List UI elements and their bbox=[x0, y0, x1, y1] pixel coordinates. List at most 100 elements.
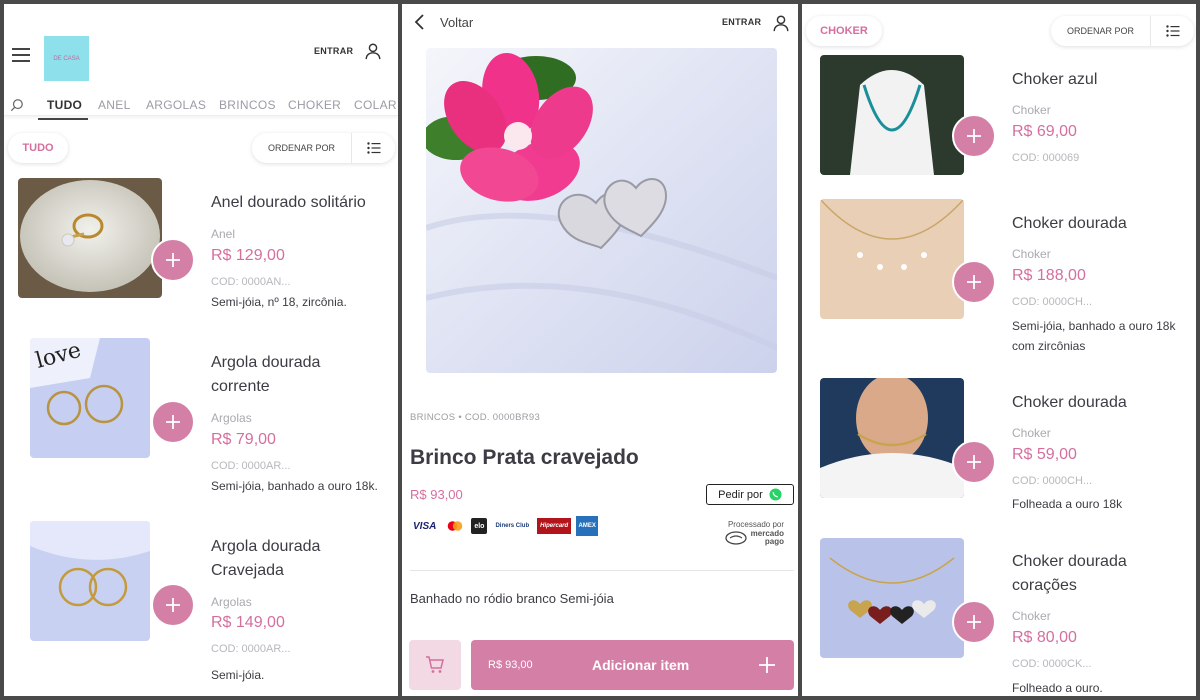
add-item-button[interactable]: R$ 93,00 Adicionar item bbox=[471, 640, 794, 690]
product-image[interactable] bbox=[30, 521, 150, 641]
product-code: COD: 0000AR... bbox=[211, 460, 291, 472]
whatsapp-order-button[interactable]: Pedir por bbox=[706, 484, 794, 505]
product-price: R$ 69,00 bbox=[1012, 123, 1077, 140]
product-name[interactable]: Choker dourada bbox=[1012, 212, 1192, 236]
product-card[interactable]: Anel dourado solitário Anel R$ 129,00 CO… bbox=[4, 174, 398, 324]
product-main-image[interactable] bbox=[426, 48, 777, 373]
add-to-cart-button[interactable] bbox=[952, 114, 996, 158]
login-link[interactable]: ENTRAR bbox=[722, 17, 761, 27]
product-category: Argolas bbox=[211, 411, 252, 425]
product-category: Choker bbox=[1012, 609, 1051, 623]
choker-list-panel: CHOKER ORDENAR POR Choker azul Choker R$… bbox=[802, 4, 1196, 696]
add-to-cart-button[interactable] bbox=[952, 260, 996, 304]
sort-control: ORDENAR POR bbox=[1051, 16, 1195, 46]
product-name[interactable]: Choker azul bbox=[1012, 68, 1192, 92]
add-to-cart-button[interactable] bbox=[952, 600, 996, 644]
cart-button[interactable] bbox=[409, 640, 461, 690]
product-name[interactable]: Choker dourada corações bbox=[1012, 550, 1162, 598]
product-code: COD: 0000CH... bbox=[1012, 475, 1093, 487]
active-tab-indicator bbox=[38, 118, 88, 120]
add-to-cart-button[interactable] bbox=[952, 440, 996, 484]
tab-argolas[interactable]: ARGOLAS bbox=[146, 98, 206, 112]
product-name[interactable]: Choker dourada bbox=[1012, 391, 1192, 415]
plus-icon bbox=[967, 129, 981, 143]
product-name[interactable]: Anel dourado solitário bbox=[211, 191, 391, 215]
filter-chip[interactable]: CHOKER bbox=[806, 16, 882, 46]
store-list-panel: DE CASA ENTRAR TUDO ANEL ARGOLAS BRINCOS… bbox=[4, 4, 398, 696]
back-link[interactable]: Voltar bbox=[440, 15, 473, 30]
product-category: Anel bbox=[211, 227, 236, 241]
filter-chip[interactable]: TUDO bbox=[8, 133, 68, 163]
product-code: COD: 0000AN... bbox=[211, 276, 291, 288]
product-title: Brinco Prata cravejado bbox=[410, 446, 639, 469]
product-price: R$ 149,00 bbox=[211, 614, 285, 631]
product-code: COD: 0000CK... bbox=[1012, 658, 1092, 670]
list-view-icon[interactable] bbox=[351, 133, 395, 163]
list-view-icon[interactable] bbox=[1150, 16, 1194, 46]
plus-icon bbox=[759, 657, 775, 673]
product-image[interactable]: love bbox=[30, 338, 150, 458]
product-card[interactable]: love Argola dourada corrente Argolas R$ … bbox=[4, 334, 398, 504]
product-image[interactable] bbox=[18, 178, 162, 298]
product-desc: Semi-jóia, banhado a ouro 18k. bbox=[211, 479, 378, 493]
add-to-cart-button[interactable] bbox=[151, 583, 195, 627]
add-to-cart-button[interactable] bbox=[151, 238, 195, 282]
product-price: R$ 79,00 bbox=[211, 431, 276, 448]
product-category: Choker bbox=[1012, 247, 1051, 261]
menu-icon[interactable] bbox=[12, 48, 30, 62]
product-image[interactable] bbox=[820, 538, 964, 658]
back-arrow-icon[interactable] bbox=[414, 14, 426, 30]
tab-brincos[interactable]: BRINCOS bbox=[219, 98, 276, 112]
breadcrumb: BRINCOS • COD. 0000BR93 bbox=[410, 412, 541, 423]
product-desc: Semi-jóia, banhado a ouro 18k com zircôn… bbox=[1012, 319, 1176, 353]
product-desc: Folheada a ouro 18k bbox=[1012, 497, 1123, 511]
plus-icon bbox=[166, 598, 180, 612]
tab-choker[interactable]: CHOKER bbox=[288, 98, 341, 112]
product-price: R$ 59,00 bbox=[1012, 446, 1077, 463]
product-card[interactable]: Argola dourada Cravejada Argolas R$ 149,… bbox=[4, 517, 398, 687]
user-icon[interactable] bbox=[364, 42, 382, 60]
sort-control: ORDENAR POR bbox=[252, 133, 396, 163]
product-image[interactable] bbox=[820, 199, 964, 319]
hipercard-icon: Hipercard bbox=[537, 518, 572, 534]
tab-colar[interactable]: COLAR bbox=[354, 98, 397, 112]
product-card[interactable]: Choker azul Choker R$ 69,00 COD: 000069 bbox=[802, 54, 1196, 194]
add-item-price: R$ 93,00 bbox=[488, 659, 533, 671]
search-icon[interactable] bbox=[10, 98, 24, 112]
sort-button[interactable]: ORDENAR POR bbox=[252, 143, 351, 153]
product-name[interactable]: Argola dourada corrente bbox=[211, 351, 361, 399]
plus-icon bbox=[967, 275, 981, 289]
product-code: COD: 0000AR... bbox=[211, 643, 291, 655]
plus-icon bbox=[166, 253, 180, 267]
product-desc: Semi-jóia, nº 18, zircônia. bbox=[211, 295, 347, 309]
elo-icon: elo bbox=[471, 518, 488, 534]
product-name[interactable]: Argola dourada Cravejada bbox=[211, 535, 361, 583]
store-logo[interactable]: DE CASA bbox=[44, 36, 89, 81]
amex-icon: AMEX bbox=[576, 516, 599, 536]
processed-by: Processado por mercado pago bbox=[725, 520, 784, 546]
cart-icon bbox=[426, 656, 444, 673]
divider bbox=[410, 570, 794, 571]
product-card[interactable]: Choker dourada Choker R$ 188,00 COD: 000… bbox=[802, 194, 1196, 364]
product-detail-panel: Voltar ENTRAR BRINCOS • COD. 0000BR93 Br… bbox=[402, 4, 798, 696]
product-price: R$ 80,00 bbox=[1012, 629, 1077, 646]
product-description: Banhado no ródio branco Semi-jóia bbox=[410, 591, 614, 606]
plus-icon bbox=[967, 455, 981, 469]
login-link[interactable]: ENTRAR bbox=[314, 46, 353, 56]
product-category: Choker bbox=[1012, 103, 1051, 117]
add-item-label: Adicionar item bbox=[592, 657, 690, 673]
product-category: Choker bbox=[1012, 426, 1051, 440]
logo-text: DE CASA bbox=[53, 55, 80, 62]
product-image[interactable] bbox=[820, 378, 964, 498]
product-image[interactable] bbox=[820, 55, 964, 175]
order-via-label: Pedir por bbox=[718, 488, 763, 501]
store-header: DE CASA ENTRAR TUDO ANEL ARGOLAS BRINCOS… bbox=[4, 12, 398, 120]
user-icon[interactable] bbox=[772, 14, 790, 32]
product-card[interactable]: Choker dourada corações Choker R$ 80,00 … bbox=[802, 534, 1196, 696]
sort-button[interactable]: ORDENAR POR bbox=[1051, 26, 1150, 36]
payment-methods: VISA elo Diners Club Hipercard AMEX bbox=[410, 516, 599, 536]
add-to-cart-button[interactable] bbox=[151, 400, 195, 444]
product-card[interactable]: Choker dourada Choker R$ 59,00 COD: 0000… bbox=[802, 374, 1196, 524]
tab-tudo[interactable]: TUDO bbox=[47, 98, 82, 112]
tab-anel[interactable]: ANEL bbox=[98, 98, 131, 112]
